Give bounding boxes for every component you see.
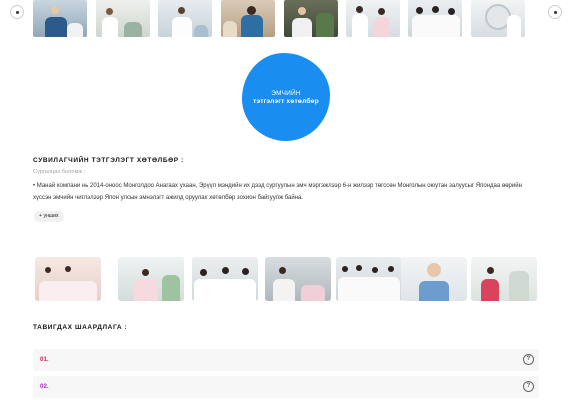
carousel-next-button[interactable] bbox=[548, 5, 562, 19]
top-image-1[interactable] bbox=[33, 0, 87, 37]
top-image-6[interactable] bbox=[346, 0, 400, 37]
read-more-button[interactable]: + унших bbox=[34, 211, 64, 222]
question-icon[interactable]: ? bbox=[523, 381, 534, 392]
requirement-number-2: 02. bbox=[40, 383, 49, 390]
top-image-2[interactable] bbox=[96, 0, 150, 37]
requirement-item-1[interactable]: 01. ? bbox=[33, 349, 539, 371]
gallery-image-4[interactable] bbox=[265, 257, 331, 301]
requirement-number-1: 01. bbox=[40, 356, 49, 363]
nursing-description: • Манай компани нь 2014-оноос Монголдоо … bbox=[33, 183, 522, 201]
read-more-label: + унших bbox=[39, 213, 59, 219]
doctor-program-badge[interactable]: ЭМЧИЙН тэтгэлэгт хөтөлбөр bbox=[242, 53, 330, 141]
gallery-image-2[interactable] bbox=[118, 257, 184, 301]
program-badge-line1: ЭМЧИЙН bbox=[271, 89, 301, 97]
gallery-image-3[interactable] bbox=[192, 257, 258, 301]
top-image-7[interactable] bbox=[408, 0, 462, 37]
requirement-item-2[interactable]: 02. ? bbox=[33, 376, 539, 398]
chevron-right-icon bbox=[553, 10, 557, 14]
gallery-image-1[interactable] bbox=[35, 257, 101, 301]
top-carousel bbox=[0, 0, 573, 40]
program-badge-line2: тэтгэлэгт хөтөлбөр bbox=[253, 97, 319, 105]
gallery-image-6[interactable] bbox=[401, 257, 467, 301]
gallery-image-7[interactable] bbox=[471, 257, 537, 301]
requirements-title: ТАВИГДАХ ШААРДЛАГА : bbox=[33, 324, 128, 331]
carousel-prev-button[interactable] bbox=[10, 5, 24, 19]
top-image-8[interactable] bbox=[471, 0, 525, 37]
nursing-subtitle: Сургалцах боломж : bbox=[33, 169, 86, 175]
top-image-5[interactable] bbox=[284, 0, 338, 37]
top-image-4[interactable] bbox=[221, 0, 275, 37]
nursing-program-title: СУВИЛАГЧИЙН ТЭТГЭЛЭГТ ХӨТӨЛБӨР : bbox=[33, 157, 184, 164]
top-image-3[interactable] bbox=[158, 0, 212, 37]
question-icon[interactable]: ? bbox=[523, 354, 534, 365]
gallery-image-5[interactable] bbox=[336, 257, 402, 301]
chevron-left-icon bbox=[15, 10, 19, 14]
